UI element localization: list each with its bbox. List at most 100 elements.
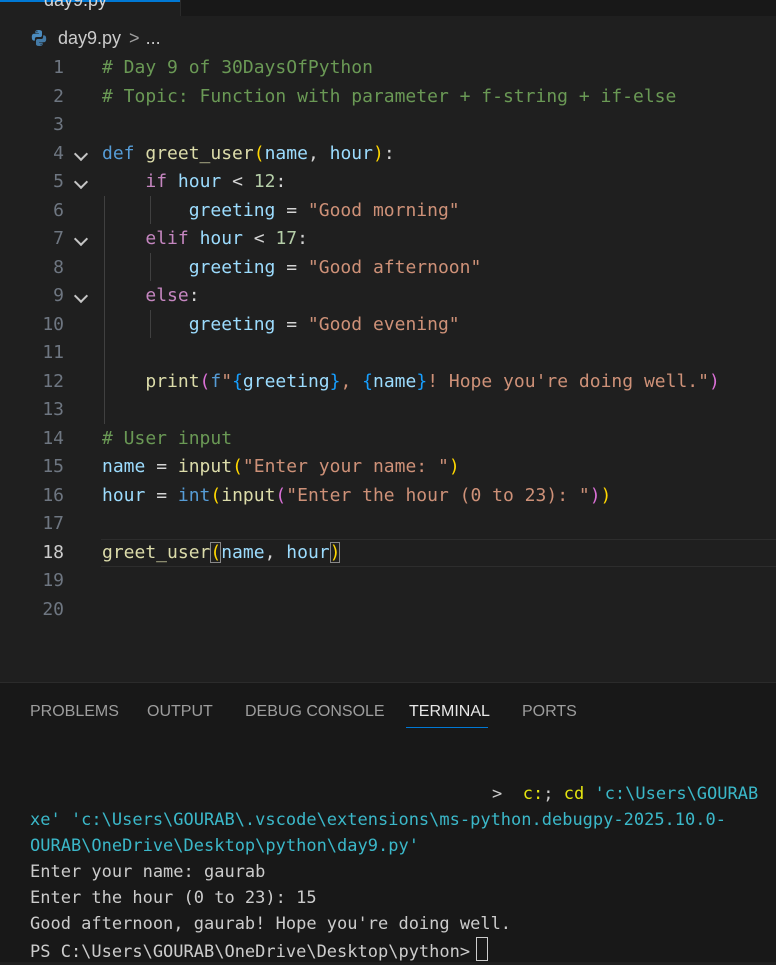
code-editor[interactable]: 1 # Day 9 of 30DaysOfPython 2 # Topic: F…	[0, 54, 776, 678]
line-number: 9	[53, 285, 64, 306]
number: 17	[275, 228, 298, 249]
variable: name	[102, 456, 146, 477]
string: "	[221, 370, 233, 392]
line-number: 20	[42, 598, 64, 620]
keyword: def	[102, 142, 135, 164]
function-name: greet_user	[145, 142, 254, 164]
bracket: )	[589, 484, 601, 506]
fold-chevron-icon[interactable]	[73, 174, 89, 190]
code-line: 3	[0, 111, 776, 140]
keyword: else	[145, 285, 189, 306]
punctuation: :	[297, 228, 308, 249]
code-line: 12 print(f"{greeting}, {name}! Hope you'…	[0, 368, 776, 397]
line-number: 12	[42, 370, 64, 392]
line-number: 18	[42, 541, 64, 563]
code-line: 11	[0, 339, 776, 368]
operator: <	[221, 171, 254, 192]
string: "Good evening"	[307, 313, 460, 335]
punctuation: :	[275, 171, 287, 192]
line-number: 4	[53, 142, 64, 164]
breadcrumb-more[interactable]: ...	[146, 28, 161, 49]
variable: greeting	[188, 256, 276, 278]
variable: name	[221, 541, 265, 563]
code-line: 4 def greet_user(name, hour):	[0, 140, 776, 169]
operator: <	[242, 228, 276, 249]
function-name: print	[145, 370, 200, 392]
variable: hour	[199, 228, 243, 249]
keyword: if	[145, 171, 168, 192]
operator: =	[275, 199, 308, 221]
variable: greeting	[188, 313, 276, 335]
tab-day9-py[interactable]: day9.py	[0, 0, 181, 16]
terminal-command-line: > c:; cd 'c:\Users\GOURAB	[492, 781, 758, 807]
comment: # Topic: Function with parameter + f-str…	[102, 85, 677, 107]
code-line: 6 greeting = "Good morning"	[0, 197, 776, 226]
bracket: (	[253, 142, 265, 164]
operator: =	[275, 256, 308, 278]
code-line: 19	[0, 567, 776, 596]
code-line: 20	[0, 596, 776, 625]
code-line: 13	[0, 396, 776, 425]
code-line: 17	[0, 510, 776, 539]
fold-chevron-icon[interactable]	[73, 146, 89, 161]
bracket: )	[448, 456, 460, 477]
number: 12	[253, 171, 276, 192]
function-name: input	[221, 484, 276, 506]
fstring-prefix: f	[210, 370, 222, 392]
line-number: 16	[42, 484, 64, 506]
parameter: name	[264, 142, 308, 164]
fold-chevron-icon[interactable]	[73, 231, 89, 247]
breadcrumb-chevron-icon: >	[129, 27, 140, 48]
terminal-prompt: PS C:\Users\GOURAB\OneDrive\Desktop\pyth…	[30, 942, 471, 962]
line-number: 5	[53, 171, 64, 192]
bracket: }	[329, 370, 341, 392]
tab-debug-console[interactable]: DEBUG CONSOLE	[245, 703, 385, 721]
bracket: )	[329, 541, 341, 563]
fold-chevron-icon[interactable]	[73, 288, 89, 304]
bracket: )	[708, 370, 720, 392]
python-file-icon	[31, 30, 47, 46]
line-number: 6	[53, 199, 64, 221]
builtin-type: int	[177, 484, 211, 506]
code-line: 2 # Topic: Function with parameter + f-s…	[0, 83, 776, 112]
terminal-token: cd	[563, 784, 585, 804]
breadcrumb-file[interactable]: day9.py	[58, 28, 121, 49]
code-line: 8 greeting = "Good afternoon"	[0, 254, 776, 283]
terminal-token: ;	[543, 784, 554, 804]
comment: # User input	[102, 427, 233, 449]
punctuation: ,	[307, 142, 330, 164]
bottom-panel: PROBLEMS OUTPUT DEBUG CONSOLE TERMINAL P…	[0, 683, 776, 962]
panel-tabs: PROBLEMS OUTPUT DEBUG CONSOLE TERMINAL P…	[0, 683, 776, 741]
variable: name	[373, 370, 417, 392]
variable: greeting	[242, 370, 330, 392]
bracket: )	[600, 484, 612, 506]
terminal-cursor	[476, 937, 489, 961]
variable: hour	[102, 484, 146, 506]
tab-output[interactable]: OUTPUT	[147, 703, 213, 721]
operator: =	[275, 313, 308, 335]
line-number: 17	[42, 513, 64, 534]
punctuation: ,	[264, 541, 287, 563]
line-number: 19	[42, 570, 64, 591]
code-line: 7 elif hour < 17:	[0, 225, 776, 254]
bracket: (	[210, 541, 222, 563]
string: ,	[340, 370, 363, 392]
terminal-line: OURAB\OneDrive\Desktop\python\day9.py'	[30, 836, 419, 856]
line-number: 2	[53, 85, 64, 107]
variable: greeting	[188, 199, 276, 221]
bracket: (	[210, 484, 222, 506]
bracket: {	[232, 370, 243, 392]
string: "Enter your name: "	[242, 456, 449, 477]
tab-problems[interactable]: PROBLEMS	[30, 703, 119, 721]
line-number: 10	[42, 313, 64, 335]
terminal-line: Enter the hour (0 to 23): 15	[30, 888, 317, 908]
breadcrumb: day9.py > ...	[30, 26, 161, 50]
keyword: elif	[145, 228, 189, 249]
terminal-line: Good afternoon, gaurab! Hope you're doin…	[30, 914, 512, 934]
variable: hour	[286, 541, 330, 563]
tab-terminal[interactable]: TERMINAL	[409, 703, 490, 721]
operator: =	[145, 456, 178, 477]
line-number: 8	[53, 256, 64, 278]
bracket: {	[362, 370, 373, 392]
tab-ports[interactable]: PORTS	[522, 703, 577, 721]
